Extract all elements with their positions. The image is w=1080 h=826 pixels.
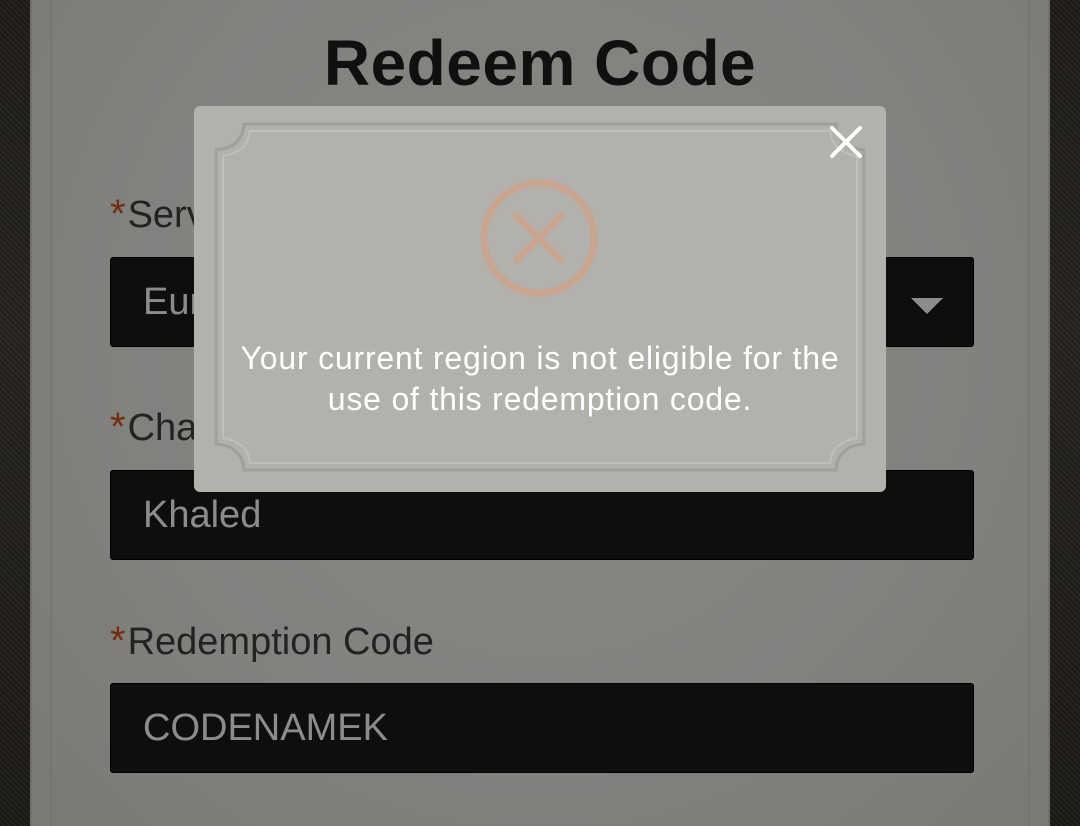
screen: Redeem Code *Server Europe *Character Kh…	[0, 0, 1080, 826]
error-circle-x-icon	[479, 178, 599, 298]
close-button[interactable]	[824, 120, 868, 164]
error-message: Your current region is not eligible for …	[240, 340, 840, 417]
error-dialog: Your current region is not eligible for …	[194, 106, 886, 492]
close-icon	[830, 126, 862, 158]
